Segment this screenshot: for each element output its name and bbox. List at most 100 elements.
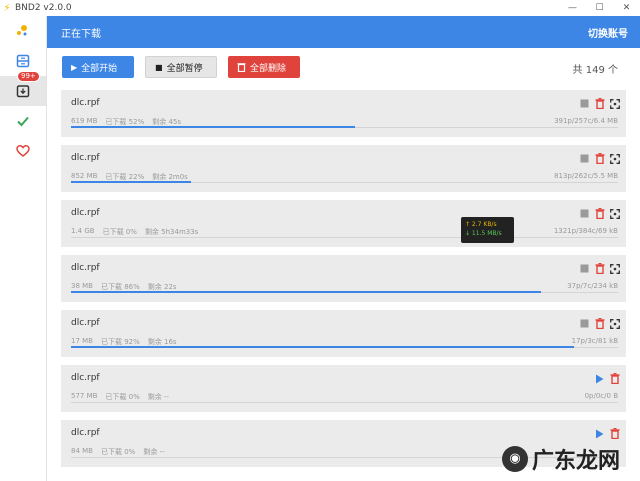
file-meta: 84 MB 已下载 0% 剩余 -- bbox=[71, 447, 173, 457]
upload-speed: ↑ 2.7 KB/s bbox=[465, 221, 497, 228]
download-percent: 已下载 0% bbox=[105, 393, 140, 401]
progress-track bbox=[71, 346, 618, 348]
start-all-button[interactable]: ▶ 全部开始 bbox=[62, 56, 134, 78]
progress-track bbox=[71, 237, 618, 238]
inbox-icon bbox=[16, 54, 30, 68]
pause-icon[interactable] bbox=[579, 98, 590, 109]
play-icon: ▶ bbox=[71, 62, 78, 72]
progress-fill bbox=[71, 181, 192, 183]
play-icon[interactable] bbox=[594, 373, 605, 384]
window-controls: — ☐ ✕ bbox=[559, 0, 640, 16]
total-count: 共 149 个 bbox=[572, 65, 618, 76]
file-meta: 1.4 GB 已下载 0% 剩余 5h34m33s bbox=[71, 227, 206, 237]
progress-track bbox=[71, 126, 618, 128]
dots-logo-icon bbox=[17, 25, 27, 36]
close-button[interactable]: ✕ bbox=[613, 0, 640, 16]
watermark-logo-icon: ◉ bbox=[502, 445, 528, 472]
progress-track bbox=[71, 291, 618, 293]
checkmark-icon bbox=[17, 116, 29, 127]
peer-stats: 813p/262c/5.5 MB bbox=[554, 172, 618, 180]
stop-icon: ■ bbox=[155, 62, 163, 72]
progress-track bbox=[71, 181, 618, 183]
row-actions bbox=[594, 373, 620, 384]
trash-icon[interactable] bbox=[594, 208, 605, 219]
heart-icon bbox=[16, 145, 30, 157]
peer-stats: 0p/0c/0 B bbox=[584, 392, 618, 400]
expand-icon[interactable] bbox=[609, 153, 620, 164]
download-row[interactable]: dlc.rpf 1.4 GB 已下载 0% 剩余 5h34m33s 1321p/… bbox=[61, 200, 626, 247]
download-speed: ↓ 11.5 MB/s bbox=[465, 230, 502, 237]
minimize-button[interactable]: — bbox=[559, 0, 586, 16]
progress-fill bbox=[71, 291, 542, 293]
row-actions bbox=[579, 263, 620, 274]
download-row[interactable]: dlc.rpf 577 MB 已下载 0% 剩余 -- 0p/0c/0 B bbox=[61, 365, 626, 412]
file-name: dlc.rpf bbox=[71, 153, 100, 163]
download-box-icon bbox=[16, 85, 30, 98]
window-titlebar: ⚡ BND2 v2.0.0 — ☐ ✕ bbox=[0, 0, 640, 16]
file-meta: 577 MB 已下载 0% 剩余 -- bbox=[71, 392, 177, 402]
file-name: dlc.rpf bbox=[71, 428, 100, 438]
row-actions bbox=[579, 98, 620, 109]
row-actions bbox=[579, 208, 620, 219]
pause-icon[interactable] bbox=[579, 263, 590, 274]
progress-fill bbox=[71, 346, 575, 348]
page-header: 正在下载 切换账号 bbox=[47, 16, 640, 48]
file-size: 1.4 GB bbox=[71, 227, 95, 235]
switch-account-link[interactable]: 切换账号 bbox=[588, 25, 628, 40]
watermark-text: 广东龙网 bbox=[532, 448, 621, 474]
download-row[interactable]: dlc.rpf 38 MB 已下载 86% 剩余 22s 37p/7c/234 … bbox=[61, 255, 626, 302]
trash-icon[interactable] bbox=[609, 373, 620, 384]
trash-icon[interactable] bbox=[594, 153, 605, 164]
speed-tooltip: ↑ 2.7 KB/s ↓ 11.5 MB/s bbox=[461, 217, 514, 243]
maximize-button[interactable]: ☐ bbox=[586, 0, 613, 16]
download-row[interactable]: dlc.rpf 852 MB 已下载 22% 剩余 2m0s 813p/262c… bbox=[61, 145, 626, 192]
sidebar-item-completed[interactable] bbox=[0, 106, 46, 136]
trash-icon[interactable] bbox=[594, 263, 605, 274]
expand-icon[interactable] bbox=[609, 318, 620, 329]
sidebar-item-favorites[interactable] bbox=[0, 136, 46, 166]
peer-stats: 37p/7c/234 kB bbox=[567, 282, 618, 290]
expand-icon[interactable] bbox=[609, 208, 620, 219]
trash-icon[interactable] bbox=[594, 318, 605, 329]
peer-stats: 391p/257c/6.4 MB bbox=[554, 117, 618, 125]
sidebar-item-downloading[interactable]: 99+ bbox=[0, 71, 46, 106]
file-size: 577 MB bbox=[71, 392, 98, 400]
pause-icon[interactable] bbox=[579, 153, 590, 164]
peer-stats: 17p/3c/81 kB bbox=[571, 337, 618, 345]
progress-fill bbox=[71, 126, 356, 128]
pause-all-button[interactable]: ■ 全部暂停 bbox=[145, 56, 217, 78]
count-badge: 99+ bbox=[17, 71, 40, 82]
file-name: dlc.rpf bbox=[71, 98, 100, 108]
page-title: 正在下载 bbox=[61, 28, 101, 40]
pause-icon[interactable] bbox=[579, 318, 590, 329]
trash-icon[interactable] bbox=[594, 98, 605, 109]
pause-icon[interactable] bbox=[579, 208, 590, 219]
file-name: dlc.rpf bbox=[71, 208, 100, 218]
download-percent: 已下载 0% bbox=[100, 448, 136, 456]
watermark: ◉ 广东龙网 bbox=[502, 436, 640, 481]
row-actions bbox=[579, 153, 620, 164]
download-percent: 已下载 0% bbox=[102, 228, 137, 236]
time-remaining: 剩余 -- bbox=[147, 393, 170, 401]
toolbar: ▶ 全部开始 ■ 全部暂停 全部删除 共 149 个 bbox=[47, 48, 640, 88]
download-row[interactable]: dlc.rpf 619 MB 已下载 52% 剩余 45s 391p/257c/… bbox=[61, 90, 626, 137]
delete-all-label: 全部删除 bbox=[250, 63, 287, 74]
pause-all-label: 全部暂停 bbox=[166, 63, 203, 74]
app-logo-icon: ⚡ bbox=[3, 2, 11, 14]
start-all-label: 全部开始 bbox=[81, 63, 118, 74]
sidebar: 99+ bbox=[0, 16, 47, 481]
expand-icon[interactable] bbox=[609, 263, 620, 274]
delete-all-button[interactable]: 全部删除 bbox=[228, 56, 300, 78]
sidebar-item-logo[interactable] bbox=[0, 16, 46, 46]
file-name: dlc.rpf bbox=[71, 263, 100, 273]
time-remaining: 剩余 -- bbox=[143, 448, 165, 456]
download-row[interactable]: dlc.rpf 17 MB 已下载 92% 剩余 16s 17p/3c/81 k… bbox=[61, 310, 626, 357]
trash-icon bbox=[237, 63, 246, 72]
file-name: dlc.rpf bbox=[71, 318, 100, 328]
peer-stats: 1321p/384c/69 kB bbox=[553, 227, 618, 235]
progress-track bbox=[71, 402, 618, 403]
window-title: BND2 v2.0.0 bbox=[15, 3, 72, 13]
expand-icon[interactable] bbox=[609, 98, 620, 109]
time-remaining: 剩余 5h34m33s bbox=[144, 228, 199, 236]
download-list: dlc.rpf 619 MB 已下载 52% 剩余 45s 391p/257c/… bbox=[47, 88, 640, 481]
